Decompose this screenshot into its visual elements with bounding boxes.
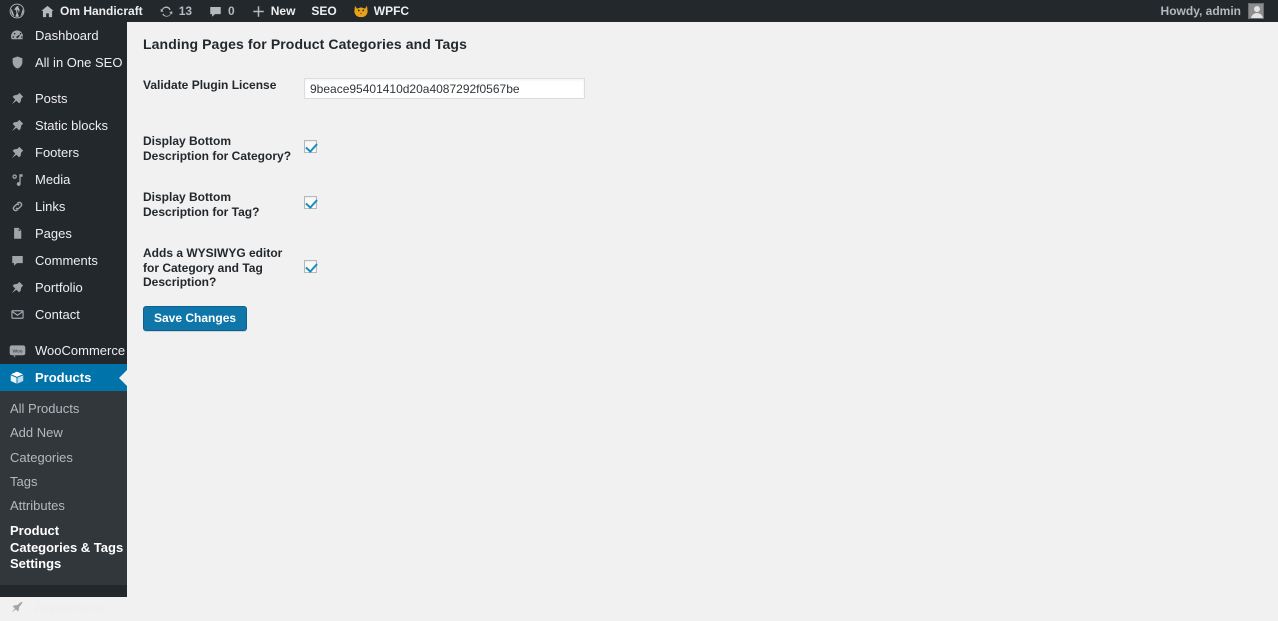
table-row: Adds a WYSIWYG editor for Category and T… — [127, 230, 585, 292]
table-row: Save Changes — [127, 292, 585, 331]
svg-text:Woo: Woo — [12, 348, 22, 354]
submenu-item-attributes[interactable]: Attributes — [0, 494, 127, 518]
brush-icon — [8, 599, 26, 617]
sidebar-item-static-blocks[interactable]: Static blocks — [0, 112, 127, 139]
table-row: Display Bottom Description for Tag? — [127, 174, 585, 230]
envelope-icon — [8, 306, 26, 324]
wysiwyg-checkbox[interactable] — [304, 260, 317, 273]
sidebar-item-dashboard[interactable]: Dashboard — [0, 22, 127, 49]
license-cell — [304, 78, 585, 118]
submenu-item-product-categories-tags-settings[interactable]: Product Categories & Tags Settings — [0, 518, 127, 577]
sidebar-item-label: Posts — [35, 91, 68, 106]
sidebar-item-products[interactable]: Products — [0, 364, 127, 391]
link-icon — [8, 198, 26, 216]
sidebar-item-woocommerce[interactable]: Woo WooCommerce — [0, 337, 127, 364]
sidebar-item-posts[interactable]: Posts — [0, 85, 127, 112]
dashboard-icon — [8, 27, 26, 45]
pages-icon — [8, 225, 26, 243]
save-changes-button[interactable]: Save Changes — [143, 306, 248, 331]
license-label: Validate Plugin License — [143, 78, 277, 92]
sidebar-item-portfolio[interactable]: Portfolio — [0, 274, 127, 301]
wpfc-label: WPFC — [373, 4, 410, 18]
woocommerce-icon: Woo — [8, 342, 26, 360]
my-account-button[interactable]: Howdy, admin — [1153, 0, 1272, 22]
sidebar-item-media[interactable]: Media — [0, 166, 127, 193]
admin-sidebar-menu: Dashboard All in One SEO Posts Static bl… — [0, 22, 127, 614]
sidebar-item-label: Contact — [35, 307, 80, 322]
license-input[interactable] — [304, 78, 585, 99]
avatar — [1248, 3, 1264, 19]
wpfc-tiger-icon — [353, 3, 369, 19]
comments-count: 0 — [228, 4, 235, 18]
home-icon — [40, 4, 55, 19]
sidebar-item-label: Appearance — [35, 600, 106, 615]
sidebar-separator — [0, 328, 127, 337]
wysiwyg-cell — [304, 230, 585, 292]
save-cell: Save Changes — [127, 292, 304, 331]
howdy-label: Howdy, admin — [1160, 4, 1241, 18]
sidebar-item-comments[interactable]: Comments — [0, 247, 127, 274]
updates-icon — [159, 4, 174, 19]
wordpress-logo-button[interactable] — [0, 0, 32, 22]
sidebar-item-footers[interactable]: Footers — [0, 139, 127, 166]
sidebar-item-links[interactable]: Links — [0, 193, 127, 220]
sidebar-item-contact[interactable]: Contact — [0, 301, 127, 328]
table-row: Display Bottom Description for Category? — [127, 118, 585, 174]
sidebar-item-label: Comments — [35, 253, 98, 268]
bottom-desc-tag-checkbox[interactable] — [304, 196, 317, 209]
comment-bubble-icon — [208, 4, 223, 19]
updates-count: 13 — [178, 4, 193, 18]
sidebar-item-label: Portfolio — [35, 280, 83, 295]
bottom-desc-tag-label: Display Bottom Description for Tag? — [143, 190, 260, 219]
sidebar-item-label: Dashboard — [35, 28, 99, 43]
sidebar-item-label: Static blocks — [35, 118, 108, 133]
seo-label: SEO — [311, 4, 337, 18]
plus-icon — [251, 4, 266, 19]
sidebar-item-label: Links — [35, 199, 66, 214]
seo-menu-button[interactable]: SEO — [303, 0, 344, 22]
new-content-button[interactable]: New — [243, 0, 304, 22]
sidebar-item-label: All in One SEO — [35, 55, 123, 70]
shield-icon — [8, 54, 26, 72]
comment-bubble-icon — [8, 252, 26, 270]
products-submenu: All Products Add New Categories Tags Att… — [0, 391, 127, 585]
main-content-area: Landing Pages for Product Categories and… — [127, 22, 1278, 597]
bottom-desc-category-cell — [304, 118, 585, 174]
sidebar-item-label: Media — [35, 172, 71, 187]
submenu-item-tags[interactable]: Tags — [0, 470, 127, 494]
sidebar-item-label: Footers — [35, 145, 80, 160]
site-name-label: Om Handicraft — [60, 4, 143, 18]
pin-icon — [8, 279, 26, 297]
updates-button[interactable]: 13 — [151, 0, 200, 22]
settings-form-table: Validate Plugin License Display Bottom D… — [127, 78, 585, 331]
comments-button[interactable]: 0 — [200, 0, 243, 22]
sidebar-item-pages[interactable]: Pages — [0, 220, 127, 247]
submenu-item-all-products[interactable]: All Products — [0, 397, 127, 421]
table-row: Validate Plugin License — [127, 78, 585, 118]
products-box-icon — [8, 369, 26, 387]
pin-icon — [8, 117, 26, 135]
sidebar-item-appearance[interactable]: Appearance — [0, 594, 127, 621]
bottom-desc-tag-cell — [304, 174, 585, 230]
site-name-button[interactable]: Om Handicraft — [32, 0, 151, 22]
bottom-desc-category-checkbox[interactable] — [304, 140, 317, 153]
wysiwyg-label: Adds a WYSIWYG editor for Category and T… — [143, 246, 283, 289]
sidebar-separator — [0, 585, 127, 594]
submenu-item-categories[interactable]: Categories — [0, 446, 127, 470]
wordpress-logo-icon — [9, 3, 25, 19]
bottom-desc-category-label: Display Bottom Description for Category? — [143, 134, 292, 163]
pin-icon — [8, 144, 26, 162]
submenu-item-add-new[interactable]: Add New — [0, 421, 127, 445]
sidebar-item-label: Pages — [35, 226, 72, 241]
sidebar-item-all-in-one-seo[interactable]: All in One SEO — [0, 49, 127, 76]
page-title: Landing Pages for Product Categories and… — [143, 36, 467, 52]
admin-bar: Om Handicraft 13 0 New SEO WPFC Howdy, a… — [0, 0, 1278, 22]
new-label: New — [270, 4, 296, 18]
media-icon — [8, 171, 26, 189]
sidebar-item-label: WooCommerce — [35, 343, 126, 358]
wpfc-menu-button[interactable]: WPFC — [345, 0, 417, 22]
sidebar-item-label: Products — [35, 370, 92, 385]
sidebar-separator — [0, 76, 127, 85]
pin-icon — [8, 90, 26, 108]
